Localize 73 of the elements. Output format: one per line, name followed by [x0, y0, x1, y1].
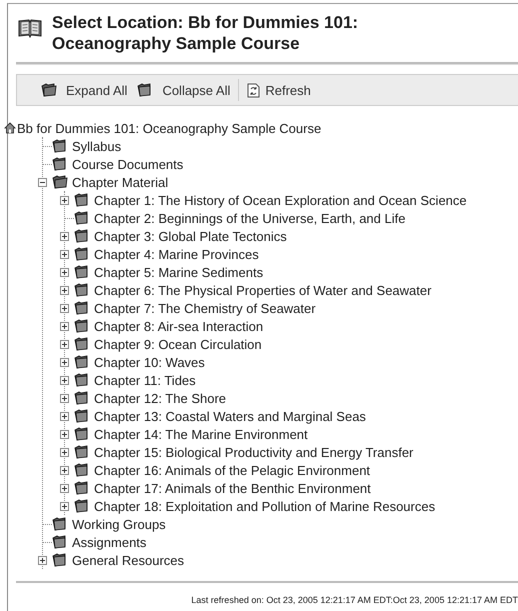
expand-icon[interactable] [60, 286, 69, 294]
folder-icon [74, 391, 90, 405]
tree-item[interactable]: Chapter 17: Animals of the Benthic Environment [94, 480, 371, 496]
tree-item[interactable]: Chapter 14: The Marine Environment [94, 426, 308, 442]
expand-icon[interactable] [60, 502, 69, 510]
folder-icon [74, 409, 90, 423]
folder-icon [74, 229, 90, 243]
tree-item[interactable]: Chapter 11: Tides [94, 372, 196, 388]
tree-item[interactable]: Chapter 7: The Chemistry of Seawater [94, 300, 316, 316]
folder-icon [74, 499, 90, 513]
expand-icon[interactable] [60, 430, 69, 438]
tree-item[interactable]: Chapter 5: Marine Sediments [94, 264, 264, 280]
home-icon [4, 122, 16, 134]
expand-icon[interactable] [60, 268, 69, 276]
tree-item[interactable]: General Resources [72, 552, 184, 568]
tree-item[interactable]: Working Groups [72, 516, 166, 532]
tree-item[interactable]: Chapter 1: The History of Ocean Exploration and Ocean Science [94, 192, 467, 208]
tree-item[interactable]: Chapter 15: Biological Productivity and Energy Transfer [94, 444, 414, 460]
expand-icon[interactable] [60, 376, 69, 384]
expand-button[interactable]: Expand All [39, 80, 130, 100]
tree-item[interactable]: Syllabus [72, 138, 122, 154]
expand-icon[interactable] [60, 484, 69, 492]
collapse-button[interactable]: Collapse All [135, 80, 232, 100]
folder-icon [74, 283, 90, 297]
expand-icon[interactable] [60, 340, 69, 348]
tree-item[interactable]: Chapter 4: Marine Provinces [94, 246, 259, 262]
folder-icon [74, 247, 90, 261]
tree-item[interactable]: Chapter Material [72, 174, 168, 190]
tree-item[interactable]: Chapter 6: The Physical Properties of Water and Seawater [94, 282, 432, 298]
folder-icon [74, 373, 90, 387]
folder-icon [74, 193, 90, 207]
last-refreshed-text: Last refreshed on: Oct 23, 2005 12:21:17 AM EDT:Oct 23, 2005 12:21:17 AM EDT [191, 595, 518, 605]
folder-icon [137, 83, 154, 97]
folder-icon [74, 481, 90, 495]
tree-item[interactable]: Course Documents [72, 156, 184, 172]
tree-item[interactable]: Chapter 13: Coastal Waters and Marginal Seas [94, 408, 366, 424]
expand-icon[interactable] [60, 250, 69, 258]
tree-item[interactable]: Chapter 16: Animals of the Pelagic Environment [94, 462, 370, 478]
expand-icon[interactable] [60, 394, 69, 402]
folder-icon [74, 301, 90, 315]
folder-icon [74, 265, 90, 279]
expand-icon[interactable] [60, 466, 69, 474]
tree-item[interactable]: Chapter 9: Ocean Circulation [94, 336, 262, 352]
expand-icon[interactable] [60, 304, 69, 312]
expand-icon[interactable] [60, 232, 69, 240]
folder-icon [41, 83, 57, 97]
tree-item[interactable]: Chapter 18: Exploitation and Pollution of Marine Resources [94, 498, 436, 514]
folder-icon [74, 355, 90, 369]
folder-icon [52, 175, 68, 189]
expand-icon[interactable] [60, 412, 69, 420]
tree-item[interactable]: Chapter 10: Waves [94, 354, 205, 370]
tree-item[interactable]: Chapter 8: Air-sea Interaction [94, 318, 264, 334]
expand-icon[interactable] [60, 448, 69, 456]
expand-icon[interactable] [38, 556, 47, 564]
folder-icon [74, 319, 90, 333]
expand-icon[interactable] [60, 358, 69, 366]
folder-icon [52, 553, 68, 567]
tree-item[interactable]: Assignments [72, 534, 146, 550]
tree-item[interactable]: Chapter 3: Global Plate Tectonics [94, 228, 287, 244]
folder-icon [74, 463, 90, 477]
folder-icon [74, 445, 90, 459]
expand-icon[interactable] [60, 196, 69, 204]
tree-item[interactable]: Chapter 2: Beginnings of the Universe, Earth, and Life [94, 210, 406, 226]
refresh-icon [247, 82, 260, 98]
collapse-icon[interactable] [38, 178, 47, 186]
folder-icon [74, 337, 90, 351]
folder-icon [74, 427, 90, 441]
tree-item[interactable]: Bb for Dummies 101: Oceanography Sample Course [17, 120, 322, 136]
page-title: Select Location: Bb for Dummies 101: Oceanography Sample Course [52, 12, 360, 54]
tree-item[interactable]: Chapter 12: The Shore [94, 390, 226, 406]
refresh-button[interactable]: Refresh [245, 80, 313, 100]
book-icon [18, 18, 42, 38]
expand-icon[interactable] [60, 322, 69, 330]
